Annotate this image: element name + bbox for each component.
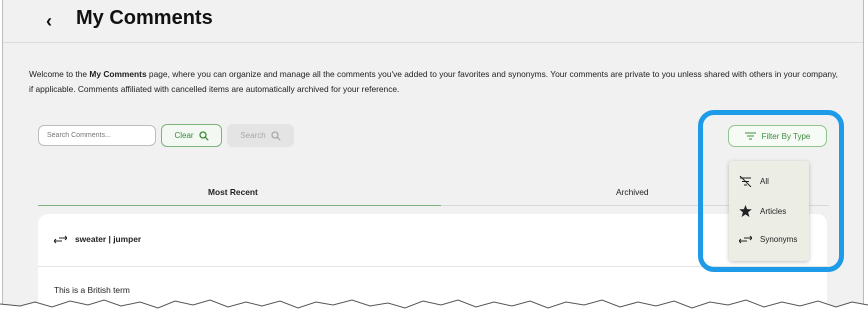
tab-most-recent[interactable]: Most Recent bbox=[208, 187, 258, 197]
callout-highlight-box bbox=[698, 110, 844, 272]
page-frame: ‹ My Comments Welcome to the My Comments… bbox=[2, 0, 864, 334]
intro-text-part: Welcome to the bbox=[29, 69, 90, 79]
search-icon bbox=[198, 130, 209, 141]
search-button[interactable]: Search bbox=[227, 124, 294, 147]
back-button[interactable]: ‹ bbox=[46, 11, 52, 32]
search-input[interactable] bbox=[38, 125, 156, 146]
active-tab-indicator bbox=[38, 205, 441, 206]
clear-button-label: Clear bbox=[174, 131, 194, 140]
header-divider bbox=[3, 42, 863, 43]
clear-button[interactable]: Clear bbox=[161, 124, 222, 147]
comment-header[interactable]: sweater | jumper bbox=[54, 234, 141, 244]
page-title: My Comments bbox=[76, 7, 213, 29]
swap-arrows-icon bbox=[54, 235, 67, 243]
intro-text: Welcome to the My Comments page, where y… bbox=[29, 67, 839, 97]
chevron-left-icon: ‹ bbox=[46, 11, 52, 31]
torn-edge bbox=[0, 299, 868, 334]
intro-text-bold: My Comments bbox=[89, 69, 147, 79]
comment-text: This is a British term bbox=[54, 285, 130, 295]
intro-text-part: page, where you can organize and manage … bbox=[29, 69, 838, 94]
search-button-label: Search bbox=[240, 131, 266, 140]
search-icon bbox=[271, 130, 281, 141]
tab-archived[interactable]: Archived bbox=[616, 187, 649, 197]
comment-term: sweater | jumper bbox=[75, 234, 142, 244]
